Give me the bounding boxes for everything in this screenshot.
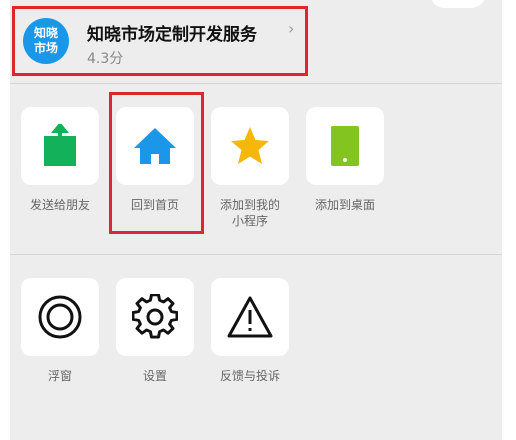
add-to-desktop-button[interactable]: 添加到桌面 (305, 107, 385, 213)
divider (10, 83, 502, 84)
add-to-my-mini-programs-button[interactable]: 添加到我的 小程序 (210, 107, 290, 229)
logo-text: 知晓 市场 (33, 26, 58, 55)
divider (10, 254, 502, 255)
chevron-right-icon: › (288, 19, 295, 38)
action-label: 设置 (142, 369, 167, 383)
star-icon (231, 127, 269, 164)
action-label: 添加到桌面 (314, 198, 375, 212)
mini-program-header[interactable]: 知晓 市场 知晓市场定制开发服务 › 4.3分 (12, 6, 308, 76)
action-label: 添加到我的 小程序 (219, 198, 280, 228)
action-label: 反馈与投诉 (219, 369, 280, 383)
share-upload-icon (44, 124, 76, 166)
warning-icon (227, 296, 273, 338)
phone-icon (331, 126, 359, 166)
settings-button[interactable]: 设置 (115, 278, 195, 384)
action-label: 发送给朋友 (29, 198, 90, 212)
mini-program-name: 知晓市场定制开发服务 (87, 25, 257, 45)
mini-program-logo: 知晓 市场 (23, 18, 69, 64)
feedback-and-complaint-button[interactable]: 反馈与投诉 (210, 278, 290, 384)
highlight-frame (109, 92, 204, 234)
action-label: 浮窗 (47, 369, 72, 383)
send-to-friend-button[interactable]: 发送给朋友 (20, 107, 100, 213)
floating-window-icon (38, 295, 82, 339)
gear-icon (132, 294, 178, 339)
floating-window-button[interactable]: 浮窗 (20, 278, 100, 384)
mini-program-rating: 4.3分 (87, 51, 124, 67)
